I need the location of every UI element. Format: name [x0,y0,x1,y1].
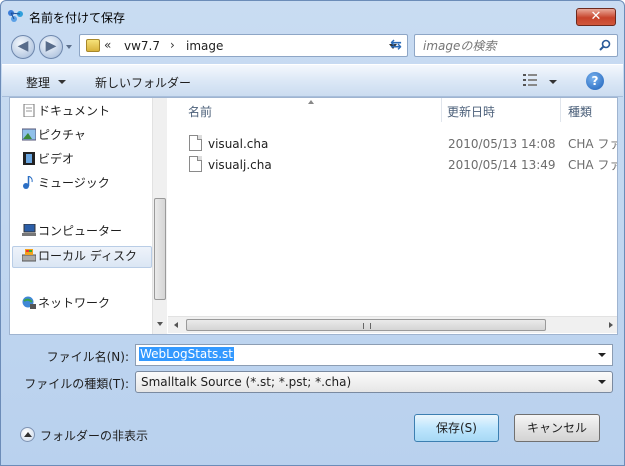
cancel-button[interactable]: キャンセル [514,414,600,442]
filename-input[interactable]: WebLogStats.st [139,347,234,361]
pictures-icon [22,128,36,141]
address-bar[interactable]: « vw7.7 › image [79,34,408,57]
breadcrumb-separator[interactable]: › [170,38,175,52]
local-disk-icon [22,249,36,262]
network-icon [22,296,36,309]
organize-button[interactable]: 整理 [26,74,50,91]
scroll-left-icon[interactable] [174,322,178,328]
arrow-right-icon: ▶ [45,38,57,54]
folder-icon [86,39,100,52]
file-icon [189,135,202,151]
sort-ascending-icon [308,100,314,104]
scroll-down-icon[interactable] [157,322,163,326]
close-button[interactable]: ✕ [576,8,616,26]
navigation-pane: ドキュメント ピクチャ ビデオ ミュージック コンピューター ローカル ディスク… [10,98,152,334]
video-icon [23,152,35,165]
filetype-select[interactable]: Smalltalk Source (*.st; *.pst; *.cha) [135,371,613,393]
sidebar-item-label: ローカル ディスク [38,249,137,263]
column-header-type[interactable]: 種類 [568,98,592,122]
filetype-label: ファイルの種類(T): [24,377,129,391]
column-header-name[interactable]: 名前 [188,98,212,122]
breadcrumb-image[interactable]: image [186,39,223,53]
filetype-value: Smalltalk Source (*.st; *.pst; *.cha) [141,375,352,389]
scroll-right-icon[interactable] [609,322,613,328]
chevron-up-icon [20,427,35,442]
chevron-down-icon[interactable] [549,80,557,84]
save-as-dialog: 名前を付けて保存 ✕ ◀ ▶ « vw7.7 › image ⇆ 整理 新しいフ… [0,0,625,466]
window-title: 名前を付けて保存 [29,11,126,25]
sidebar-item-pictures[interactable]: ピクチャ [22,125,86,145]
search-box[interactable] [414,34,618,57]
column-divider[interactable] [441,98,442,122]
browser-pane: ドキュメント ピクチャ ビデオ ミュージック コンピューター ローカル ディスク… [9,97,618,351]
column-header-modified[interactable]: 更新日時 [447,98,495,122]
filename-label: ファイル名(N): [46,350,129,364]
file-row[interactable]: visualj.cha 2010/05/14 13:49 CHA ファ [178,155,617,175]
refresh-icon: ⇆ [390,37,402,53]
toolbar: 整理 新しいフォルダー ? [2,64,623,97]
file-modified: 2010/05/13 14:08 [448,137,556,151]
sidebar-item-music[interactable]: ミュージック [23,173,110,193]
app-icon [8,10,23,22]
chevron-down-icon[interactable] [58,80,66,84]
scrollbar-thumb[interactable] [186,319,546,331]
file-modified: 2010/05/14 13:49 [448,158,556,172]
scrollbar-thumb[interactable] [154,198,166,351]
file-icon [189,156,202,172]
sidebar-item-network[interactable]: ネットワーク [22,293,111,313]
sidebar-item-documents[interactable]: ドキュメント [23,101,111,121]
file-name: visual.cha [208,137,269,151]
sidebar-item-label: ビデオ [38,152,75,166]
hide-folders-label: フォルダーの非表示 [40,429,149,443]
grip-icon [363,323,371,329]
search-input[interactable] [421,38,591,54]
new-folder-button[interactable]: 新しいフォルダー [95,74,191,91]
sidebar-item-label: ネットワーク [38,296,111,310]
filename-combobox[interactable]: WebLogStats.st [135,344,613,366]
recent-pages-dropdown[interactable] [66,45,72,49]
file-type: CHA ファ [568,158,617,172]
sidebar-item-local-disk[interactable]: ローカル ディスク [22,246,137,266]
breadcrumb-overflow[interactable]: « [104,38,111,52]
horizontal-scrollbar[interactable] [168,316,617,333]
sidebar-item-label: ミュージック [38,176,110,190]
sidebar-item-label: ピクチャ [38,128,86,142]
file-list: 名前 更新日時 種類 visual.cha 2010/05/13 14:08 C… [168,98,617,334]
sidebar-item-videos[interactable]: ビデオ [23,149,75,169]
chevron-down-icon[interactable] [598,353,606,357]
navigation-scrollbar[interactable] [152,98,167,351]
file-name: visualj.cha [208,158,272,172]
breadcrumb-vw77[interactable]: vw7.7 [124,39,160,53]
sidebar-item-label: ドキュメント [38,104,111,118]
document-icon [23,104,35,117]
help-button[interactable]: ? [586,72,604,90]
file-type: CHA ファ [568,137,617,151]
views-icon[interactable] [523,74,537,86]
sidebar-item-label: コンピューター [38,224,123,238]
file-row[interactable]: visual.cha 2010/05/13 14:08 CHA ファ [178,134,617,154]
title-bar: 名前を付けて保存 ✕ [1,1,624,31]
computer-icon [22,224,36,236]
forward-button[interactable]: ▶ [39,35,63,59]
filename-selection: WebLogStats.st [139,347,234,361]
column-divider[interactable] [560,98,561,122]
arrow-left-icon: ◀ [17,38,29,54]
save-button[interactable]: 保存(S) [414,414,499,442]
sidebar-item-computer[interactable]: コンピューター [22,221,123,241]
chevron-down-icon[interactable] [598,380,606,384]
back-button[interactable]: ◀ [11,35,35,59]
search-icon[interactable] [599,39,611,51]
refresh-button[interactable]: ⇆ [386,35,406,55]
music-icon [23,176,33,189]
